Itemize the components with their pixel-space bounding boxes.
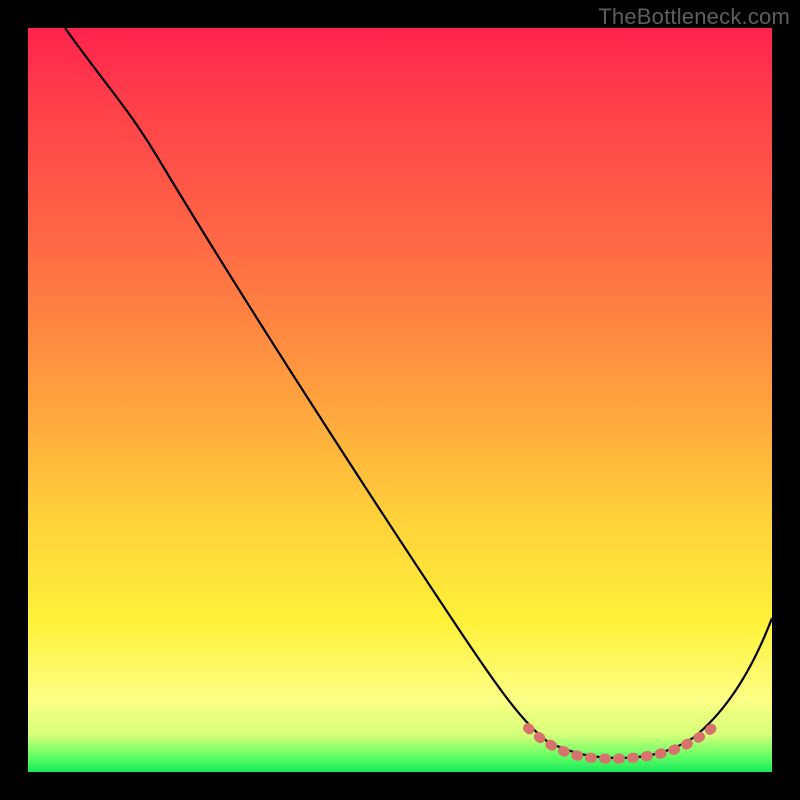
watermark-text: TheBottleneck.com [598,4,790,30]
plot-area [28,28,772,772]
curve-highlight [528,725,716,759]
curve-line [65,28,772,758]
chart-stage: TheBottleneck.com [0,0,800,800]
bottleneck-curve [28,28,772,772]
